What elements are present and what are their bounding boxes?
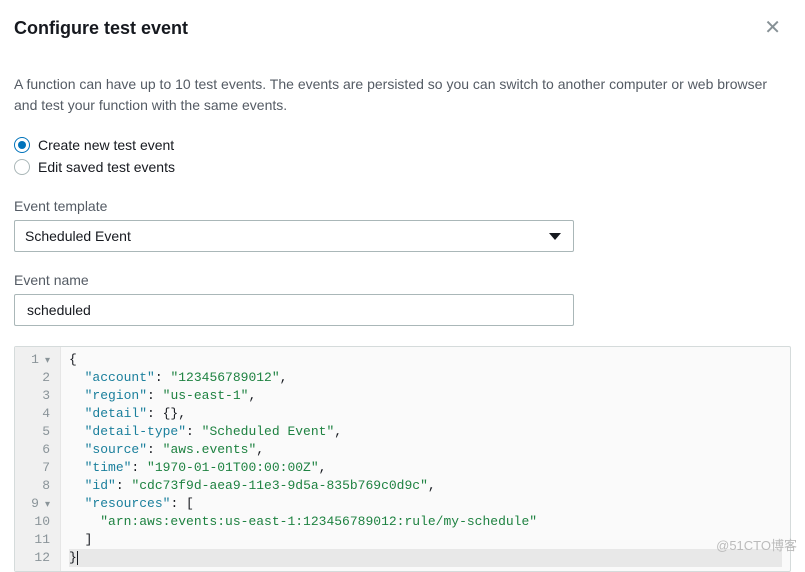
radio-label: Create new test event (38, 137, 174, 153)
code-line[interactable]: { (69, 351, 782, 369)
caret-down-icon (549, 233, 561, 240)
code-line[interactable]: } (69, 549, 782, 567)
line-number: 3 (21, 387, 50, 405)
code-line[interactable]: "id": "cdc73f9d-aea9-11e3-9d5a-835b769c0… (69, 477, 782, 495)
line-number: 5 (21, 423, 50, 441)
code-line[interactable]: "detail-type": "Scheduled Event", (69, 423, 782, 441)
line-number: 9 ▾ (21, 495, 50, 513)
line-number: 4 (21, 405, 50, 423)
event-json-editor[interactable]: 1 ▾23456789 ▾101112 { "account": "123456… (14, 346, 791, 572)
event-template-label: Event template (14, 198, 791, 214)
radio-icon (14, 159, 30, 175)
code-line[interactable]: "time": "1970-01-01T00:00:00Z", (69, 459, 782, 477)
code-line[interactable]: ] (69, 531, 782, 549)
test-event-mode-radio-group: Create new test event Edit saved test ev… (14, 134, 791, 178)
line-number: 8 (21, 477, 50, 495)
code-line[interactable]: "account": "123456789012", (69, 369, 782, 387)
radio-edit-saved-test-events[interactable]: Edit saved test events (14, 156, 791, 178)
event-template-select[interactable]: Scheduled Event (14, 220, 574, 252)
line-number: 1 ▾ (21, 351, 50, 369)
event-name-label: Event name (14, 272, 791, 288)
line-number: 6 (21, 441, 50, 459)
line-number: 11 (21, 531, 50, 549)
code-line[interactable]: "region": "us-east-1", (69, 387, 782, 405)
close-icon[interactable]: ✕ (760, 14, 785, 42)
code-line[interactable]: "resources": [ (69, 495, 782, 513)
line-number: 10 (21, 513, 50, 531)
radio-label: Edit saved test events (38, 159, 175, 175)
radio-icon (14, 137, 30, 153)
code-line[interactable]: "source": "aws.events", (69, 441, 782, 459)
line-number: 12 (21, 549, 50, 567)
select-value: Scheduled Event (25, 228, 131, 244)
code-line[interactable]: "detail": {}, (69, 405, 782, 423)
line-number: 7 (21, 459, 50, 477)
dialog-description: A function can have up to 10 test events… (14, 74, 791, 116)
line-number: 2 (21, 369, 50, 387)
radio-create-new-test-event[interactable]: Create new test event (14, 134, 791, 156)
watermark: @51CTO博客 (716, 535, 797, 554)
dialog-title: Configure test event (14, 18, 188, 39)
code-line[interactable]: "arn:aws:events:us-east-1:123456789012:r… (69, 513, 782, 531)
event-name-input[interactable] (25, 301, 563, 319)
